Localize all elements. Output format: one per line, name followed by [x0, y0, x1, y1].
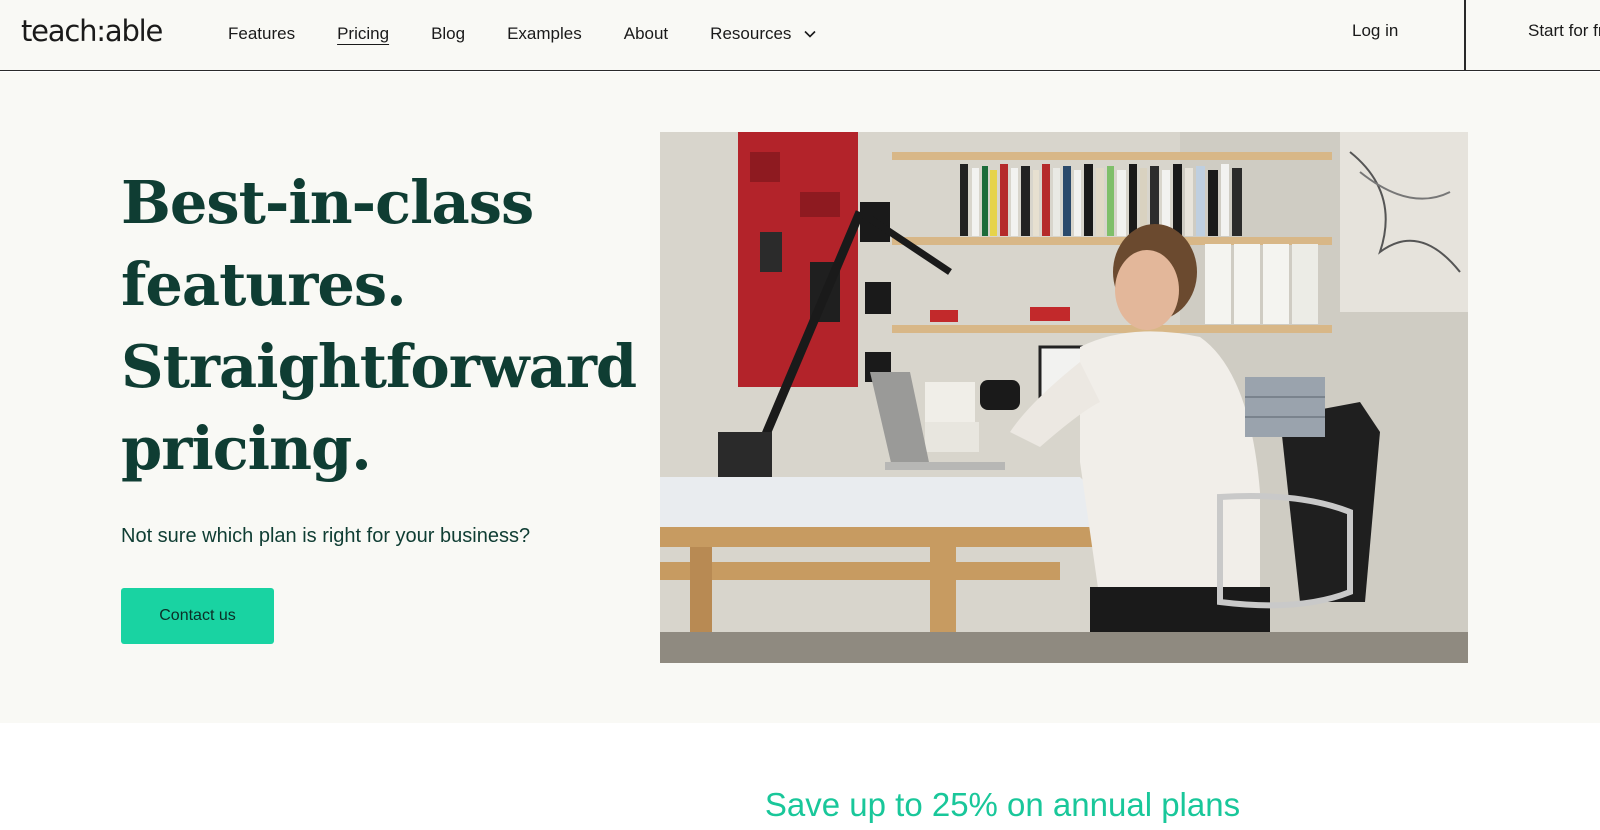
headline-line: Best-in-class	[121, 168, 534, 237]
nav-link-features[interactable]: Features	[228, 23, 295, 45]
hero-subtext: Not sure which plan is right for your bu…	[121, 525, 531, 547]
nav-link-about[interactable]: About	[624, 23, 668, 45]
login-link[interactable]: Log in	[1352, 20, 1398, 42]
nav-link-pricing[interactable]: Pricing	[337, 23, 389, 45]
nav-link-blog[interactable]: Blog	[431, 23, 465, 45]
contact-us-button[interactable]: Contact us	[121, 588, 274, 644]
nav-link-examples[interactable]: Examples	[507, 23, 582, 45]
headline-line: pricing.	[121, 414, 372, 483]
hero-photo	[660, 132, 1468, 663]
start-for-free-link[interactable]: Start for free	[1528, 20, 1600, 42]
top-navigation: teach:able Features Pricing Blog Example…	[0, 0, 1600, 71]
woman-at-desk-illustration	[660, 132, 1468, 663]
hero-section: Best-in-class features. Straightforward …	[0, 72, 1600, 723]
annual-savings-heading: Save up to 25% on annual plans	[764, 786, 1241, 823]
nav-divider	[1464, 0, 1466, 71]
headline-line: features.	[121, 250, 407, 319]
nav-link-resources[interactable]: Resources	[710, 23, 817, 45]
chevron-down-icon	[804, 30, 817, 38]
teachable-logo[interactable]: teach:able	[21, 14, 163, 48]
headline-line: Straightforward	[121, 332, 637, 401]
hero-headline: Best-in-class features. Straightforward …	[121, 162, 641, 490]
nav-links: Features Pricing Blog Examples About Res…	[228, 22, 859, 46]
nav-link-resources-label: Resources	[710, 24, 792, 43]
